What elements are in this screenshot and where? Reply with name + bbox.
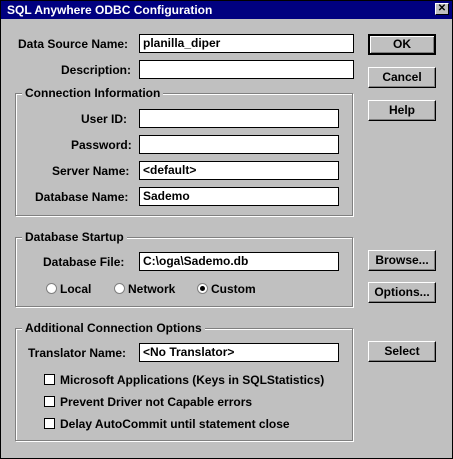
radio-custom[interactable] [197, 283, 208, 294]
server-name-label: Server Name: [52, 164, 130, 178]
translator-name-input[interactable]: <No Translator> [139, 343, 339, 362]
radio-local-label: Local [60, 282, 92, 296]
server-name-input[interactable]: <default> [139, 161, 339, 180]
title-bar: SQL Anywhere ODBC Configuration ✕ [1, 1, 452, 19]
radio-network-label: Network [128, 282, 176, 296]
checkbox-microsoft-apps-label: Microsoft Applications (Keys in SQLStati… [60, 373, 325, 387]
help-button[interactable]: Help [368, 100, 436, 121]
user-id-input[interactable] [139, 109, 339, 128]
checkbox-microsoft-apps[interactable] [44, 374, 55, 385]
checkbox-delay-autocommit-label: Delay AutoCommit until statement close [60, 417, 290, 431]
odbc-config-dialog: SQL Anywhere ODBC Configuration ✕ Data S… [0, 0, 453, 459]
checkbox-prevent-driver-label: Prevent Driver not Capable errors [60, 395, 253, 409]
connection-info-title: Connection Information [22, 86, 164, 100]
radio-network[interactable] [114, 283, 125, 294]
select-button[interactable]: Select [368, 341, 436, 362]
database-file-input[interactable]: C:\oga\Sademo.db [139, 252, 339, 271]
checkbox-delay-autocommit[interactable] [44, 418, 55, 429]
database-name-label: Database Name: [35, 190, 129, 204]
database-startup-title: Database Startup [22, 230, 127, 244]
translator-name-label: Translator Name: [28, 346, 127, 360]
user-id-label: User ID: [81, 112, 128, 126]
data-source-name-label: Data Source Name: [18, 37, 129, 51]
database-startup-group: Database Startup [15, 230, 353, 307]
checkbox-prevent-driver[interactable] [44, 396, 55, 407]
data-source-name-input[interactable]: planilla_diper [139, 34, 354, 53]
radio-custom-label: Custom [211, 282, 256, 296]
password-input[interactable] [139, 135, 339, 154]
database-name-input[interactable]: Sademo [139, 187, 339, 206]
ok-button[interactable]: OK [368, 34, 436, 55]
window-title: SQL Anywhere ODBC Configuration [7, 3, 213, 17]
cancel-button[interactable]: Cancel [368, 67, 436, 88]
options-button[interactable]: Options... [368, 282, 436, 303]
description-label: Description: [61, 63, 132, 77]
description-input[interactable] [139, 60, 354, 79]
password-label: Password: [71, 138, 132, 152]
browse-button[interactable]: Browse... [368, 250, 436, 271]
close-icon[interactable]: ✕ [435, 3, 449, 15]
radio-local[interactable] [46, 283, 57, 294]
additional-options-title: Additional Connection Options [22, 321, 205, 335]
database-file-label: Database File: [43, 255, 125, 269]
